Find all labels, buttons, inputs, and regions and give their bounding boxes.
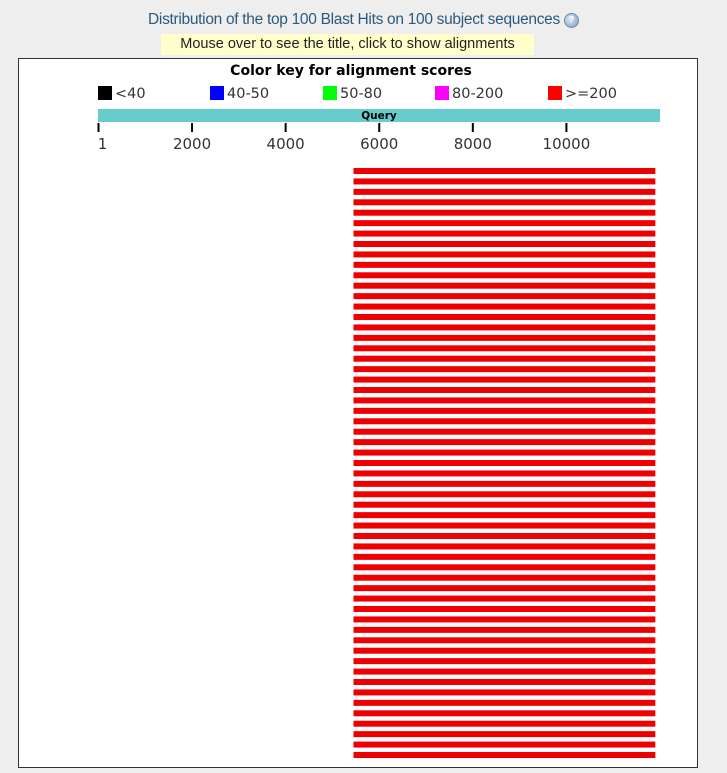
legend-label: 40-50 bbox=[227, 86, 269, 102]
hit-bar[interactable] bbox=[353, 553, 656, 560]
legend-label: <40 bbox=[115, 86, 146, 102]
hit-bar[interactable] bbox=[353, 699, 656, 706]
hit-bar[interactable] bbox=[353, 397, 656, 404]
hit-bar[interactable] bbox=[353, 668, 656, 675]
hit-bar[interactable] bbox=[353, 574, 656, 581]
hit-bar[interactable] bbox=[353, 460, 656, 466]
legend-swatch bbox=[98, 86, 112, 100]
hit-bar[interactable] bbox=[353, 188, 656, 195]
hit-bar[interactable] bbox=[353, 387, 656, 393]
color-key-title: Color key for alignment scores bbox=[230, 63, 472, 79]
hit-bar[interactable] bbox=[353, 303, 656, 310]
hit-bar[interactable] bbox=[353, 324, 656, 331]
hit-bar[interactable] bbox=[353, 470, 656, 477]
legend-label: 80-200 bbox=[452, 86, 503, 102]
hit-bar[interactable] bbox=[353, 293, 656, 300]
query-axis: 1 2000 4000 6000 8000 10000 bbox=[97, 123, 591, 153]
legend-swatch bbox=[323, 86, 337, 100]
axis-tick-label: 10000 bbox=[543, 135, 591, 153]
hit-bar[interactable] bbox=[353, 543, 656, 550]
hit-bar[interactable] bbox=[353, 616, 656, 623]
hit-bar[interactable] bbox=[353, 491, 656, 498]
hit-bar[interactable] bbox=[353, 512, 656, 519]
hit-bars bbox=[353, 168, 656, 758]
legend-swatch bbox=[548, 86, 562, 100]
hit-bar[interactable] bbox=[353, 522, 656, 529]
hit-bar[interactable] bbox=[353, 220, 656, 227]
hit-bar[interactable] bbox=[353, 345, 656, 352]
axis-tick-label: 4000 bbox=[267, 135, 305, 153]
hit-bar[interactable] bbox=[353, 658, 656, 665]
alignment-graph: Color key for alignment scores <40 40-50 5… bbox=[97, 63, 660, 758]
hit-bar[interactable] bbox=[353, 606, 656, 612]
hit-bar[interactable] bbox=[353, 241, 656, 247]
hit-bar[interactable] bbox=[353, 314, 656, 320]
legend-label: >=200 bbox=[565, 86, 617, 102]
hit-bar[interactable] bbox=[353, 480, 656, 487]
hit-bar[interactable] bbox=[353, 752, 656, 758]
hit-bar[interactable] bbox=[353, 626, 656, 633]
hit-bar[interactable] bbox=[353, 272, 656, 279]
color-key-legend: <40 40-50 50-80 80-200 >=200 bbox=[98, 86, 617, 102]
axis-tick-label: 2000 bbox=[173, 135, 211, 153]
hit-bar[interactable] bbox=[353, 199, 656, 206]
hit-bar[interactable] bbox=[353, 251, 656, 258]
hit-bar[interactable] bbox=[353, 418, 656, 425]
hit-bar[interactable] bbox=[353, 710, 656, 717]
hit-bar[interactable] bbox=[353, 428, 656, 435]
legend-label: 50-80 bbox=[340, 86, 382, 102]
hit-bar[interactable] bbox=[353, 355, 656, 362]
hit-bar[interactable] bbox=[353, 366, 656, 373]
hit-bar[interactable] bbox=[353, 261, 656, 268]
axis-tick-label: 1 bbox=[98, 135, 108, 153]
hit-bar[interactable] bbox=[353, 533, 656, 539]
legend-swatch bbox=[435, 86, 449, 100]
hit-bar[interactable] bbox=[353, 209, 656, 216]
axis-tick-label: 8000 bbox=[454, 135, 492, 153]
hit-bar[interactable] bbox=[353, 230, 656, 237]
hit-bar[interactable] bbox=[353, 679, 656, 685]
hit-bar[interactable] bbox=[353, 178, 656, 185]
hit-bar[interactable] bbox=[353, 647, 656, 654]
hit-bar[interactable] bbox=[353, 741, 656, 748]
hit-bar[interactable] bbox=[353, 449, 656, 456]
query-bar-label: Query bbox=[361, 110, 397, 122]
hit-bar[interactable] bbox=[353, 407, 656, 414]
legend-swatch bbox=[210, 86, 224, 100]
hit-bar[interactable] bbox=[353, 439, 656, 446]
hit-bar[interactable] bbox=[353, 720, 656, 727]
hit-bar[interactable] bbox=[353, 282, 656, 289]
hit-bar[interactable] bbox=[353, 564, 656, 571]
hit-bar[interactable] bbox=[353, 731, 656, 738]
hit-bar[interactable] bbox=[353, 501, 656, 508]
hit-bar[interactable] bbox=[353, 585, 656, 592]
hit-bar[interactable] bbox=[353, 595, 656, 602]
axis-tick-label: 6000 bbox=[360, 135, 398, 153]
hit-bar[interactable] bbox=[353, 637, 656, 644]
hit-bar[interactable] bbox=[353, 168, 656, 174]
hit-bar[interactable] bbox=[353, 376, 656, 383]
hit-bar[interactable] bbox=[353, 334, 656, 341]
hit-bar[interactable] bbox=[353, 689, 656, 696]
